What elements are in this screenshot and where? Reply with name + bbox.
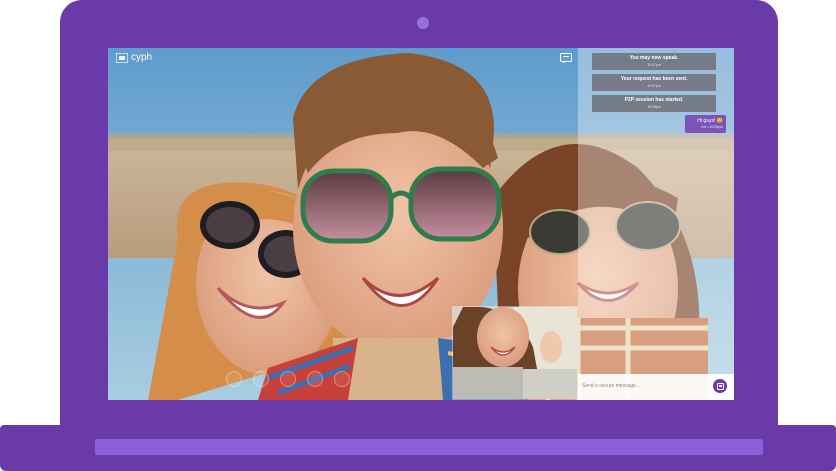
webcam-indicator — [417, 17, 429, 29]
user-message-text: Hi guys! 😉 — [697, 118, 723, 124]
mic-icon[interactable] — [226, 371, 242, 387]
send-button[interactable] — [713, 379, 727, 393]
send-icon — [716, 382, 724, 390]
call-controls — [226, 371, 350, 387]
chat-bubble-icon[interactable] — [560, 53, 572, 64]
system-message-text: You may now speak. — [629, 55, 679, 61]
message-composer — [578, 374, 734, 400]
system-message: P2P session has started. 10:08pm — [592, 95, 716, 112]
system-message-text: P2P session has started. — [624, 97, 684, 103]
brand-name: cyph — [131, 52, 153, 63]
self-view-video — [452, 306, 578, 400]
chat-panel: You may now speak. 10:07pm Your request … — [578, 48, 734, 400]
message-input[interactable] — [582, 381, 702, 391]
end-call-icon[interactable] — [307, 371, 323, 387]
system-message-time: 10:07pm — [647, 63, 661, 67]
video-call-screen: cyph You may now speak. 10:07pm Your req… — [108, 48, 734, 400]
system-message-time: 10:08pm — [647, 105, 661, 109]
user-message-meta: me • 10:08pm — [701, 125, 723, 129]
cyph-logo-icon — [116, 52, 128, 63]
video-icon[interactable] — [253, 371, 269, 387]
app-logo: cyph — [116, 52, 152, 63]
system-message-time: 10:07pm — [647, 84, 661, 88]
system-message-text: Your request has been sent. — [620, 76, 688, 82]
more-icon[interactable] — [334, 371, 350, 387]
user-message: Hi guys! 😉 me • 10:08pm — [685, 115, 726, 133]
system-message: You may now speak. 10:07pm — [592, 53, 716, 70]
screen-icon[interactable] — [280, 371, 296, 387]
laptop-hinge-strip — [95, 439, 763, 455]
self-view-image — [453, 307, 577, 399]
system-message: Your request has been sent. 10:07pm — [592, 74, 716, 91]
